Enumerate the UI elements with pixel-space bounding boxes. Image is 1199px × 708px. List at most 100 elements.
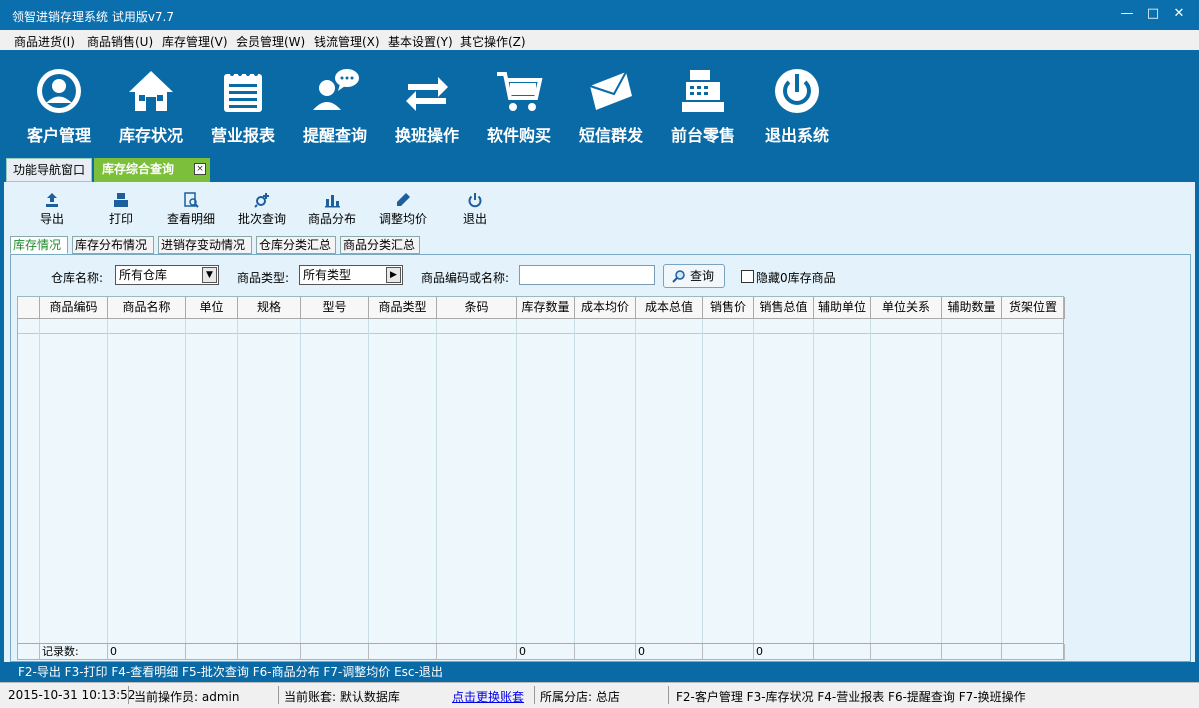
col-stock-qty[interactable]: 库存数量 [517, 297, 575, 319]
search-icon [672, 270, 685, 283]
banner-exit-button[interactable]: 退出系统 [752, 50, 842, 154]
chat-person-icon [313, 69, 359, 110]
menu-bar: 商品进货(I) 商品销售(U) 库存管理(V) 会员管理(W) 钱流管理(X) … [0, 30, 1199, 50]
close-button[interactable]: ✕ [1171, 6, 1187, 22]
col-aux-unit[interactable]: 辅助单位 [814, 297, 871, 319]
type-label: 商品类型: [237, 271, 290, 285]
tab-label: 库存综合查询 [102, 162, 175, 176]
printer-icon [114, 193, 128, 207]
footer-cell [238, 644, 301, 660]
toolbar-label: 商品分布 [307, 212, 356, 226]
col-barcode[interactable]: 条码 [437, 297, 517, 319]
tab-close-icon[interactable]: × [194, 163, 206, 175]
banner-report-button[interactable]: 营业报表 [198, 50, 288, 154]
banner-label: 短信群发 [578, 126, 643, 145]
banner-sms-button[interactable]: 短信群发 [566, 50, 656, 154]
col-sale-total[interactable]: 销售总值 [754, 297, 814, 319]
maximize-button[interactable]: □ [1145, 6, 1161, 22]
table-row[interactable] [18, 319, 1063, 334]
col-category[interactable]: 商品类型 [369, 297, 437, 319]
type-select[interactable]: 所有类型 ▶ [299, 265, 403, 285]
subtab-changes[interactable]: 进销存变动情况 [158, 236, 252, 254]
status-operator: 当前操作员: admin [134, 690, 240, 704]
menu-other[interactable]: 其它操作(Z) [460, 33, 526, 50]
col-code[interactable]: 商品编码 [40, 297, 108, 319]
menu-cashflow[interactable]: 钱流管理(X) [314, 33, 380, 50]
menu-settings[interactable]: 基本设置(Y) [388, 33, 453, 50]
footer-cell [871, 644, 942, 660]
banner-reminder-button[interactable]: 提醒查询 [290, 50, 380, 154]
tab-inventory-query[interactable]: 库存综合查询 × [94, 158, 210, 182]
bar-chart-icon [325, 195, 340, 208]
status-datetime: 2015-10-31 10:13:52 [8, 688, 136, 702]
hide-zero-label: 隐藏0库存商品 [756, 271, 836, 285]
toolbar-label: 打印 [108, 212, 133, 226]
chevron-right-icon[interactable]: ▶ [386, 267, 401, 283]
menu-members[interactable]: 会员管理(W) [236, 33, 305, 50]
col-unit-relation[interactable]: 单位关系 [871, 297, 942, 319]
shortcut-hint-bar: F2-导出 F3-打印 F4-查看明细 F5-批次查询 F6-商品分布 F7-调… [0, 662, 1199, 682]
footer-cell [369, 644, 437, 660]
banner-shift-button[interactable]: 换班操作 [382, 50, 472, 154]
minimize-button[interactable]: — [1119, 6, 1135, 22]
subtab-distribution[interactable]: 库存分布情况 [72, 236, 154, 254]
subtab-category-summary[interactable]: 商品分类汇总 [340, 236, 420, 254]
exit-button[interactable]: 退出 [460, 190, 490, 228]
adjust-price-button[interactable]: 调整均价 [378, 190, 428, 228]
code-search-input[interactable] [519, 265, 655, 285]
print-button[interactable]: 打印 [106, 190, 136, 228]
view-detail-button[interactable]: 查看明细 [166, 190, 216, 228]
banner-stock-button[interactable]: 库存状况 [106, 50, 196, 154]
hide-zero-checkbox[interactable] [741, 270, 754, 283]
toolbar-label: 查看明细 [166, 212, 215, 226]
col-avg-cost[interactable]: 成本均价 [575, 297, 636, 319]
toolbar-label: 退出 [462, 212, 487, 226]
cash-register-icon [682, 70, 724, 112]
swap-icon [406, 77, 448, 111]
menu-purchase[interactable]: 商品进货(I) [14, 33, 75, 50]
footer-cell [703, 644, 754, 660]
banner-label: 退出系统 [764, 126, 829, 145]
product-distribution-button[interactable]: 商品分布 [307, 190, 357, 228]
banner-purchase-button[interactable]: 软件购买 [474, 50, 564, 154]
col-aux-qty[interactable]: 辅助数量 [942, 297, 1002, 319]
cart-icon [497, 72, 543, 111]
query-panel: 仓库名称: 所有仓库 ▼ 商品类型: 所有类型 ▶ 商品编码或名称: 查询 隐藏… [10, 254, 1191, 662]
banner-label: 库存状况 [118, 126, 183, 145]
banner-retail-button[interactable]: 前台零售 [658, 50, 748, 154]
export-button[interactable]: 导出 [34, 190, 70, 228]
col-sale-price[interactable]: 销售价 [703, 297, 754, 319]
subtab-warehouse-summary[interactable]: 仓库分类汇总 [256, 236, 336, 254]
menu-sales[interactable]: 商品销售(U) [87, 33, 153, 50]
document-tabs: 功能导航窗口 库存综合查询 × [0, 154, 1199, 182]
menu-inventory[interactable]: 库存管理(V) [162, 33, 228, 50]
footer-cell [1002, 644, 1065, 660]
toolbar: 导出 打印 查看明细 批次查询 商品分布 调整均价 退出 [4, 182, 1195, 234]
footer-cell [301, 644, 369, 660]
batch-query-button[interactable]: 批次查询 [237, 190, 287, 228]
tab-nav-window[interactable]: 功能导航窗口 [6, 158, 92, 182]
banner-customer-button[interactable]: 客户管理 [14, 50, 104, 154]
banner-label: 前台零售 [670, 126, 735, 145]
banner-label: 换班操作 [394, 126, 459, 145]
col-name[interactable]: 商品名称 [108, 297, 186, 319]
power-icon [468, 193, 482, 208]
query-button[interactable]: 查询 [663, 264, 725, 288]
content-area: 导出 打印 查看明细 批次查询 商品分布 调整均价 退出 库存情况 库存分布情况… [4, 182, 1195, 662]
chevron-down-icon[interactable]: ▼ [202, 267, 217, 283]
warehouse-select[interactable]: 所有仓库 ▼ [115, 265, 219, 285]
col-model[interactable]: 型号 [301, 297, 369, 319]
inventory-table: 商品编码 商品名称 单位 规格 型号 商品类型 条码 库存数量 成本均价 成本总… [17, 296, 1065, 660]
switch-account-link[interactable]: 点击更换账套 [452, 688, 524, 705]
col-unit[interactable]: 单位 [186, 297, 238, 319]
toolbar-label: 批次查询 [237, 212, 286, 226]
col-cost-total[interactable]: 成本总值 [636, 297, 703, 319]
footer-cell [437, 644, 517, 660]
status-store: 所属分店: 总店 [540, 690, 620, 704]
col-spec[interactable]: 规格 [238, 297, 301, 319]
subtab-stock[interactable]: 库存情况 [10, 236, 68, 254]
report-icon [224, 72, 262, 112]
footer-selector [18, 644, 40, 660]
query-label: 查询 [690, 269, 715, 283]
col-shelf[interactable]: 货架位置 [1002, 297, 1065, 319]
